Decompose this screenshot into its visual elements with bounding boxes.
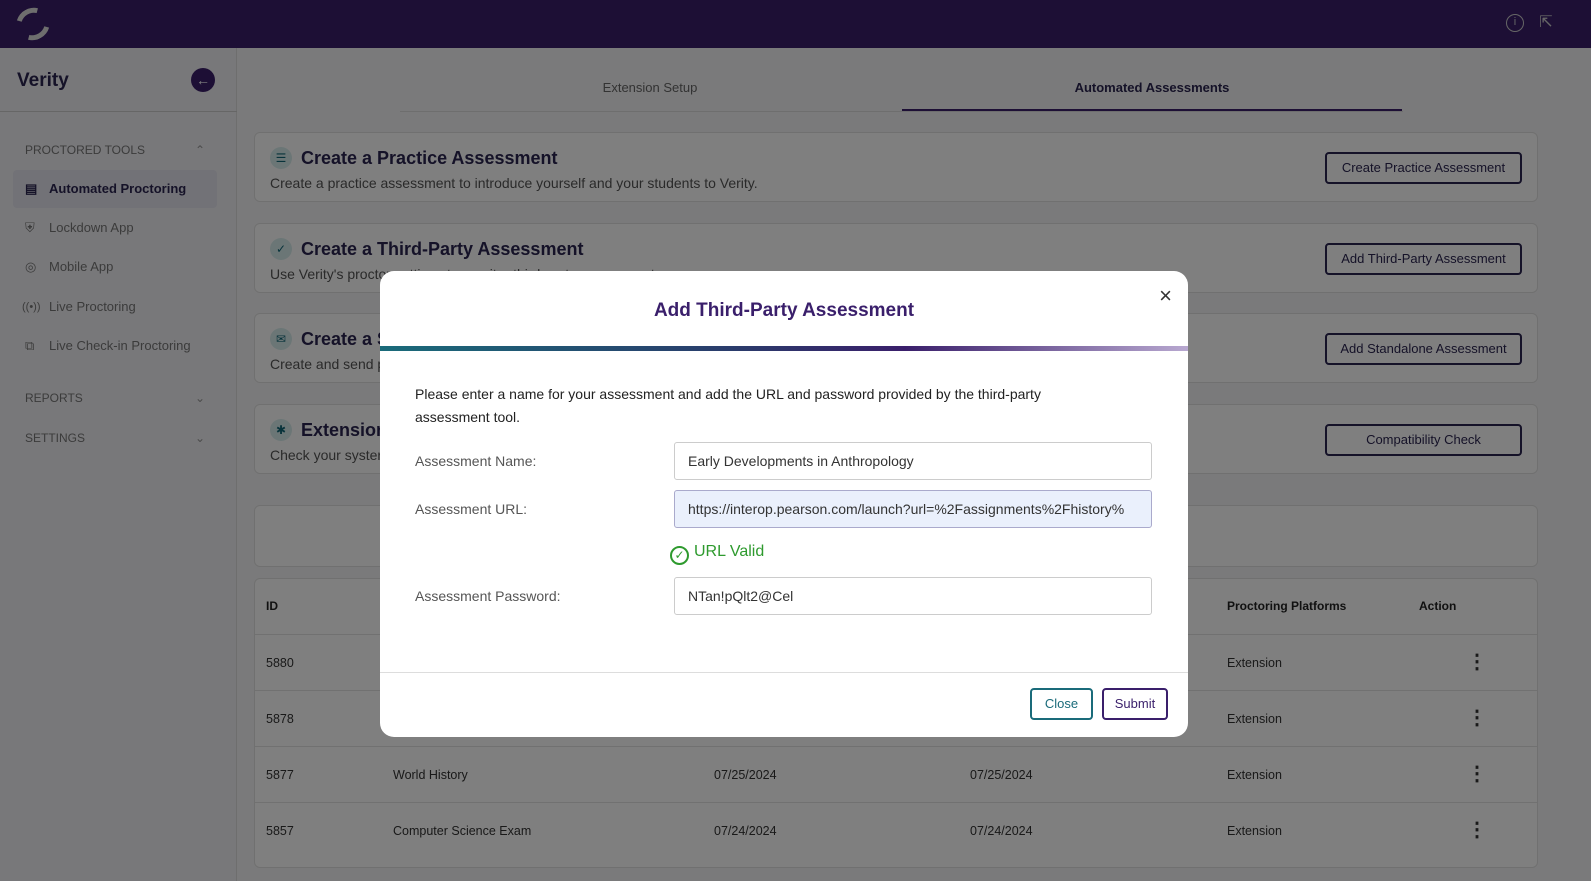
assessment-url-label: Assessment URL: (415, 501, 528, 517)
dialog-title: Add Third-Party Assessment (653, 300, 915, 321)
url-status-text: URL Valid (694, 543, 765, 560)
assessment-password-label: Assessment Password: (415, 588, 561, 604)
assessment-url-input[interactable]: https://interop.pearson.com/launch?url=%… (674, 490, 1152, 528)
divider (380, 672, 1188, 673)
assessment-name-label: Assessment Name: (415, 453, 537, 469)
dialog-intro: Please enter a name for your assessment … (415, 386, 1041, 425)
gradient-divider (380, 346, 1188, 351)
url-valid-status: ✓ URL Valid (670, 543, 764, 565)
close-button[interactable]: Close (1030, 688, 1093, 720)
assessment-password-input[interactable]: NTan!pQlt2@Cel (674, 577, 1152, 615)
check-circle-icon: ✓ (670, 546, 689, 565)
close-icon[interactable]: × (1159, 283, 1172, 309)
submit-button[interactable]: Submit (1102, 688, 1168, 720)
assessment-name-input[interactable]: Early Developments in Anthropology (674, 442, 1152, 480)
add-third-party-assessment-dialog: Add Third-Party Assessment × Please ente… (380, 271, 1188, 737)
